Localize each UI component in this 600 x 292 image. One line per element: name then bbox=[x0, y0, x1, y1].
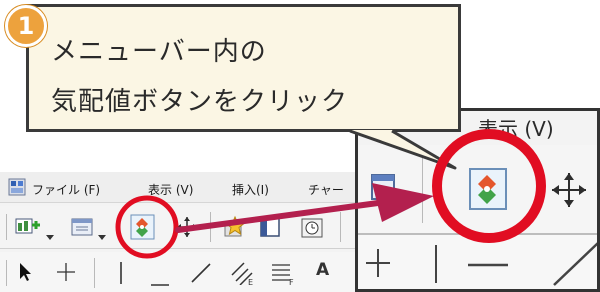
zoom-line-toolbar bbox=[358, 235, 597, 289]
zoom-window-icon bbox=[368, 169, 398, 209]
zoom-separator bbox=[422, 157, 423, 223]
highlight-circle-small bbox=[115, 195, 179, 259]
instruction-callout: メニューバー内の 気配値ボタンをクリック bbox=[26, 4, 461, 132]
callout-line-1: メニューバー内の bbox=[51, 37, 267, 67]
step-number-badge: 1 bbox=[5, 5, 47, 47]
zoom-market-depth-button bbox=[468, 167, 508, 215]
app-window: ファイル (F) 表示 (V) 挿入(I) チャー E F A bbox=[0, 172, 368, 292]
zoom-line-tools bbox=[366, 242, 597, 286]
zoom-inset: 表示 (V) bbox=[355, 108, 600, 292]
zoom-toolbar bbox=[358, 145, 597, 235]
callout-line-2: 気配値ボタンをクリック bbox=[51, 87, 349, 117]
zoom-menu-view: 表示 (V) bbox=[478, 117, 554, 141]
zoom-crosshair-move-icon bbox=[550, 171, 588, 213]
